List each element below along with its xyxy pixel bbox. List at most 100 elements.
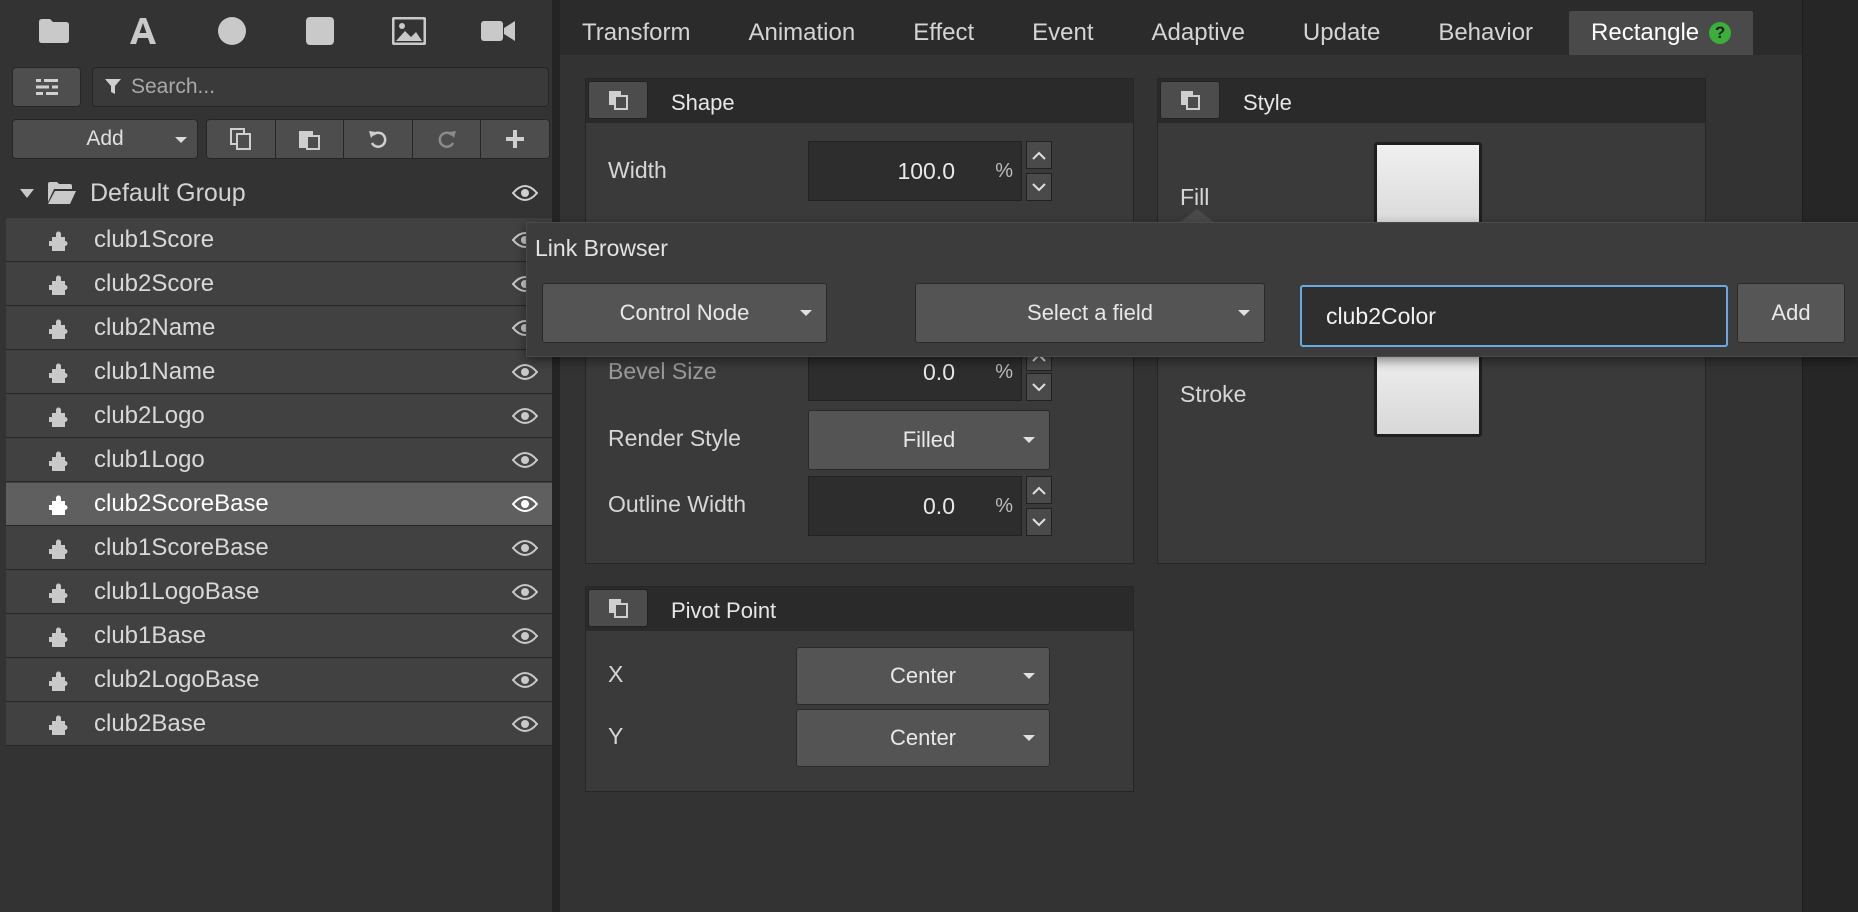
layer-name: club2Logo: [94, 402, 205, 429]
layer-row[interactable]: club2Logo: [6, 394, 552, 438]
link-name-input[interactable]: club2Color: [1300, 285, 1728, 347]
folder-button[interactable]: [22, 4, 86, 58]
layer-name: club1Name: [94, 358, 216, 385]
edit-button-group: [206, 119, 550, 159]
undo-icon: [368, 131, 387, 148]
paste-button[interactable]: [275, 120, 345, 158]
tab-adaptive[interactable]: Adaptive: [1130, 11, 1267, 55]
pivot-y-select[interactable]: Center: [796, 709, 1050, 767]
add-dropdown[interactable]: Add: [12, 119, 198, 159]
rectangle-button[interactable]: [288, 4, 352, 58]
tab-update[interactable]: Update: [1281, 11, 1402, 55]
tab-rectangle[interactable]: Rectangle?: [1569, 11, 1754, 55]
tab-label: Rectangle: [1591, 19, 1700, 46]
control-node-select[interactable]: Control Node: [542, 283, 827, 343]
layers-panel: Search... Add Default Group club1Score c…: [0, 0, 552, 912]
width-stepper[interactable]: [1026, 141, 1052, 201]
copy-style-button[interactable]: [1160, 81, 1220, 119]
pivot-x-value: Center: [889, 663, 957, 688]
style-title: Style: [1243, 90, 1292, 115]
undo-button[interactable]: [344, 120, 413, 158]
decrement-button[interactable]: [1026, 373, 1052, 401]
layer-row[interactable]: club2ScoreBase: [6, 482, 552, 526]
add-item-button[interactable]: [481, 120, 549, 158]
tab-label: Animation: [748, 19, 856, 46]
chevron-down-icon: [1032, 382, 1046, 391]
layer-row[interactable]: club1LogoBase: [6, 570, 552, 614]
chevron-up-icon: [1032, 486, 1046, 495]
fill-color-swatch[interactable]: [1374, 142, 1482, 234]
search-input[interactable]: Search...: [92, 67, 549, 107]
filter-icon: [105, 79, 121, 94]
eye-icon[interactable]: [512, 716, 538, 732]
eye-icon[interactable]: [512, 185, 538, 201]
tab-transform[interactable]: Transform: [560, 11, 712, 55]
video-button[interactable]: [466, 4, 530, 58]
width-value: 100.0: [897, 157, 955, 184]
layer-row[interactable]: club1Logo: [6, 438, 552, 482]
eye-icon[interactable]: [512, 452, 538, 468]
layer-name: club2LogoBase: [94, 666, 260, 693]
list-settings-icon: [35, 78, 58, 96]
eye-icon[interactable]: [512, 628, 538, 644]
chevron-down-icon: [1023, 437, 1035, 443]
copy-button[interactable]: [207, 120, 276, 158]
tab-event[interactable]: Event: [1010, 11, 1115, 55]
tab-animation[interactable]: Animation: [726, 11, 877, 55]
decrement-button[interactable]: [1026, 508, 1052, 536]
eye-icon[interactable]: [512, 540, 538, 556]
help-icon[interactable]: ?: [1709, 22, 1732, 44]
width-input[interactable]: 100.0 %: [808, 141, 1022, 201]
link-add-button[interactable]: Add: [1737, 283, 1845, 343]
eye-icon[interactable]: [512, 672, 538, 688]
folder-icon: [39, 19, 70, 43]
layer-row[interactable]: club1ScoreBase: [6, 526, 552, 570]
field-select[interactable]: Select a field: [915, 283, 1265, 343]
chevron-up-icon: [1032, 151, 1046, 160]
copy-shape-button[interactable]: [588, 81, 648, 119]
panel-divider[interactable]: [552, 0, 560, 912]
puzzle-icon: [49, 451, 68, 471]
tab-behavior[interactable]: Behavior: [1416, 11, 1555, 55]
text-button[interactable]: [111, 4, 175, 58]
outline-width-input[interactable]: 0.0 %: [808, 476, 1022, 536]
redo-button[interactable]: [412, 120, 482, 158]
eye-icon[interactable]: [512, 364, 538, 380]
stroke-color-swatch[interactable]: [1374, 345, 1482, 437]
layer-list: club1Score club2Score club2Name club1Name cl…: [6, 218, 552, 746]
layer-row[interactable]: club2Score: [6, 262, 552, 306]
field-select-value: Select a field: [1027, 300, 1153, 325]
shape-panel-header: Shape: [586, 79, 1133, 123]
tab-label: Behavior: [1438, 19, 1534, 46]
tab-label: Transform: [582, 19, 691, 46]
tab-effect[interactable]: Effect: [891, 11, 996, 55]
list-menu-button[interactable]: [12, 67, 81, 107]
pivot-x-select[interactable]: Center: [796, 647, 1050, 705]
layer-row[interactable]: club1Base: [6, 614, 552, 658]
layer-row[interactable]: club2Base: [6, 702, 552, 746]
search-placeholder: Search...: [131, 75, 216, 98]
pivot-panel-header: Pivot Point: [586, 587, 1133, 631]
eye-icon[interactable]: [512, 496, 538, 512]
image-button[interactable]: [377, 4, 441, 58]
decrement-button[interactable]: [1026, 173, 1052, 201]
layer-name: club2Base: [94, 710, 207, 737]
increment-button[interactable]: [1026, 476, 1052, 504]
copy-pivot-button[interactable]: [588, 589, 648, 627]
link-add-label: Add: [1771, 300, 1811, 325]
layer-row[interactable]: club1Score: [6, 218, 552, 262]
eye-icon[interactable]: [512, 584, 538, 600]
layer-row[interactable]: club2LogoBase: [6, 658, 552, 702]
increment-button[interactable]: [1026, 141, 1052, 169]
eye-icon[interactable]: [512, 408, 538, 424]
chevron-down-icon: [1238, 310, 1250, 316]
expand-caret-icon[interactable]: [20, 188, 34, 198]
circle-button[interactable]: [200, 4, 264, 58]
chevron-down-icon: [1032, 182, 1046, 191]
outline-width-stepper[interactable]: [1026, 476, 1052, 536]
pivot-y-label: Y: [608, 723, 624, 749]
render-style-select[interactable]: Filled: [808, 410, 1050, 470]
layer-row[interactable]: club2Name: [6, 306, 552, 350]
layer-row[interactable]: club1Name: [6, 350, 552, 394]
default-group-row[interactable]: Default Group: [6, 172, 552, 214]
